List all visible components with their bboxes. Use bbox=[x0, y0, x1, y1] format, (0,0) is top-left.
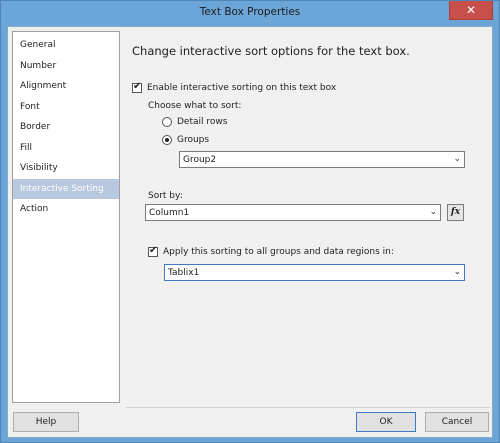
groups-label: Groups bbox=[177, 135, 210, 145]
sort-by-label: Sort by: bbox=[148, 191, 183, 201]
title-bar[interactable]: Text Box Properties ✕ bbox=[1, 1, 499, 25]
sort-by-select[interactable]: Column1 ⌄ bbox=[145, 204, 441, 221]
group-select[interactable]: Group2 ⌄ bbox=[179, 151, 465, 168]
dialog-body: General Number Alignment Font Border Fil… bbox=[7, 26, 493, 438]
choose-sort-label: Choose what to sort: bbox=[148, 101, 242, 111]
chevron-down-icon: ⌄ bbox=[453, 154, 461, 164]
nav-item-action[interactable]: Action bbox=[13, 199, 119, 220]
help-button[interactable]: Help bbox=[13, 412, 79, 432]
nav-item-number[interactable]: Number bbox=[13, 56, 119, 77]
page-heading: Change interactive sort options for the … bbox=[132, 44, 410, 58]
nav-item-general[interactable]: General bbox=[13, 35, 119, 56]
detail-rows-label: Detail rows bbox=[177, 117, 228, 127]
dialog-title: Text Box Properties bbox=[199, 6, 301, 18]
enable-sort-checkbox[interactable]: ✔ bbox=[132, 81, 142, 93]
cancel-button[interactable]: Cancel bbox=[425, 412, 489, 432]
group-select-value: Group2 bbox=[183, 155, 217, 165]
chevron-down-icon: ⌄ bbox=[429, 207, 437, 217]
detail-rows-radio[interactable] bbox=[162, 117, 172, 127]
radio-selected-dot bbox=[165, 138, 169, 142]
category-list: General Number Alignment Font Border Fil… bbox=[12, 31, 120, 403]
dialog-window: Text Box Properties ✕ General Number Ali… bbox=[0, 0, 500, 443]
close-button[interactable]: ✕ bbox=[449, 1, 493, 20]
checkmark-icon: ✔ bbox=[149, 245, 158, 256]
nav-item-font[interactable]: Font bbox=[13, 97, 119, 118]
checkmark-icon: ✔ bbox=[133, 81, 142, 92]
nav-item-fill[interactable]: Fill bbox=[13, 138, 119, 159]
nav-item-alignment[interactable]: Alignment bbox=[13, 76, 119, 97]
expression-button[interactable]: fx bbox=[447, 204, 464, 221]
nav-item-interactive-sorting[interactable]: Interactive Sorting bbox=[13, 178, 119, 199]
data-region-value: Tablix1 bbox=[168, 268, 200, 278]
enable-sort-label: Enable interactive sorting on this text … bbox=[147, 83, 337, 93]
footer-divider bbox=[126, 407, 490, 408]
apply-sort-label: Apply this sorting to all groups and dat… bbox=[163, 247, 394, 257]
sort-by-value: Column1 bbox=[149, 208, 190, 218]
groups-radio[interactable] bbox=[162, 135, 172, 145]
nav-item-border[interactable]: Border bbox=[13, 117, 119, 138]
apply-sort-checkbox[interactable]: ✔ bbox=[148, 245, 158, 257]
ok-button[interactable]: OK bbox=[356, 412, 416, 432]
data-region-select[interactable]: Tablix1 ⌄ bbox=[164, 264, 465, 281]
chevron-down-icon: ⌄ bbox=[453, 267, 461, 277]
interactive-sorting-panel: Change interactive sort options for the … bbox=[130, 31, 490, 403]
nav-item-visibility[interactable]: Visibility bbox=[13, 158, 119, 179]
